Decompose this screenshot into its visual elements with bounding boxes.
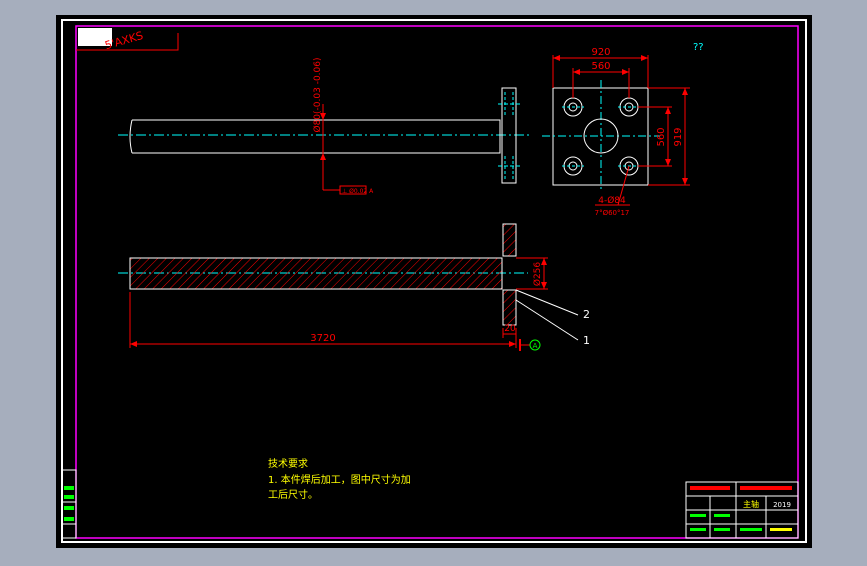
title-block-name: 主轴	[743, 499, 759, 509]
cad-drawing-canvas: 5'AXKS ?? Ø80(-0.03 -0.06) ⊥ Ø0.02 A 920…	[56, 15, 812, 548]
title-block-code: 2019	[773, 501, 791, 509]
section-shaft	[129, 257, 503, 290]
dim-20-label: 20	[504, 324, 516, 334]
dim-560v-label: 560	[656, 127, 667, 146]
shaft-dim-label: Ø80(-0.03 -0.06)	[312, 58, 323, 133]
holes-label: 4-Ø84	[598, 195, 626, 206]
tolerance-frame-text: ⊥ Ø0.02 A	[342, 188, 374, 195]
dim-919-label: 919	[673, 127, 684, 146]
section-flange-bottom	[502, 289, 517, 326]
balloon-1: 1	[583, 334, 590, 347]
notes-heading: 技术要求	[268, 457, 308, 470]
dim-3720-label: 3720	[310, 333, 335, 344]
section-flange-top	[502, 223, 517, 257]
dim-256-label: Ø256	[532, 262, 543, 287]
notes-line-1: 1. 本件焊后加工，图中尺寸为加	[268, 473, 411, 486]
cad-viewport[interactable]: 5'AXKS ?? Ø80(-0.03 -0.06) ⊥ Ø0.02 A 920…	[0, 0, 867, 562]
dim-920-label: 920	[591, 47, 610, 58]
notes-line-2: 工后尺寸。	[268, 488, 318, 501]
datum-label: A	[533, 342, 538, 350]
dim-560-label: 560	[591, 61, 610, 72]
question-marks: ??	[693, 42, 704, 53]
balloon-2: 2	[583, 308, 590, 321]
holes-sub-label: 7°Ø60°17	[595, 209, 630, 217]
